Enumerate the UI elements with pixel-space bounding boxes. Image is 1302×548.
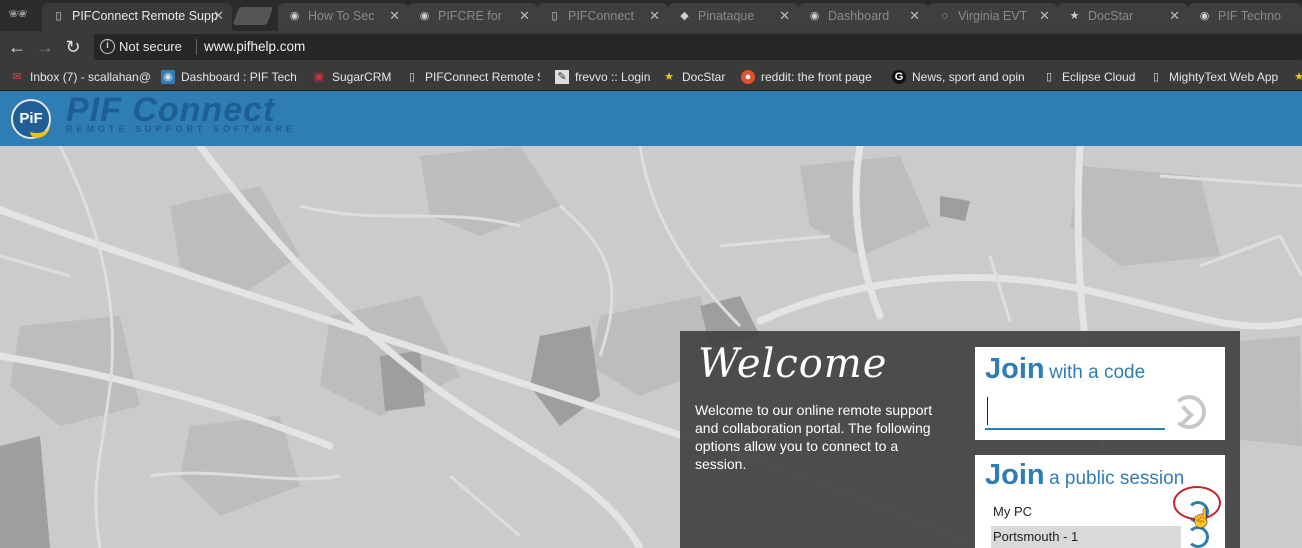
pif-icon: ◉: [1199, 10, 1210, 22]
frevvo-icon: ✎: [555, 70, 569, 84]
browser-tab-strip: 🕶 ▯ PIFConnect Remote Supp ✕ ◉ How To Se…: [0, 0, 1302, 31]
url-text[interactable]: www.pifhelp.com: [204, 39, 305, 54]
tab-label: PIFConnect: [568, 9, 635, 23]
reload-icon[interactable]: ↻: [61, 35, 85, 59]
join-code-heading: Join with a code: [985, 353, 1145, 386]
tab-background[interactable]: ◆ Pinataque ✕: [668, 3, 798, 31]
tab-label: DocStar: [1088, 9, 1134, 23]
tab-background[interactable]: ◉ Dashboard ✕: [798, 3, 928, 31]
page-icon: ▯: [551, 10, 558, 22]
tab-label: PIFCRE for: [438, 9, 502, 23]
security-status[interactable]: Not secure: [119, 39, 182, 54]
join-session-arrow-icon[interactable]: [1187, 526, 1209, 548]
site-header: PiF PIF Connect REMOTE SUPPORT SOFTWARE: [0, 91, 1302, 146]
tab-background[interactable]: ◌ Virginia EVT ✕: [928, 3, 1058, 31]
logo-swoosh: [30, 124, 50, 138]
session-item-my-pc[interactable]: My PC: [991, 501, 1181, 523]
new-tab-button[interactable]: [232, 7, 274, 25]
bookmark-label: frevvo :: Login: [575, 70, 651, 84]
session-item-portsmouth[interactable]: Portsmouth - 1: [991, 526, 1181, 548]
star-icon: ★: [1069, 10, 1080, 22]
tab-label: Dashboard: [828, 9, 890, 23]
pif-icon: ◉: [289, 10, 300, 22]
text-caret: [987, 397, 988, 425]
welcome-description: Welcome to our online remote support and…: [695, 402, 933, 472]
bookmark-item[interactable]: ★ DocStar: [662, 68, 734, 86]
close-icon[interactable]: ✕: [519, 3, 530, 29]
tab-background[interactable]: ◉ PIF Techno: [1188, 3, 1302, 31]
page-icon: ▯: [55, 10, 62, 22]
bookmark-item[interactable]: ▯ PIFConnect Remote S: [405, 68, 540, 86]
bookmark-label: DocStar: [682, 70, 726, 84]
star-icon: ★: [1292, 70, 1302, 84]
bookmark-item[interactable]: ▣ SugarCRM: [312, 68, 394, 86]
hand-cursor-icon: ☝: [1190, 508, 1213, 528]
bookmark-item[interactable]: ✎ frevvo :: Login: [555, 68, 655, 86]
join-code-title-light: with a code: [1049, 362, 1146, 383]
divider: [196, 39, 197, 55]
pif-icon: ◉: [161, 70, 175, 84]
bookmark-label: PIFConnect Remote S: [425, 70, 540, 84]
pif-icon: ◉: [419, 10, 430, 22]
bookmark-item[interactable]: ✉ Inbox (7) - scallahan@: [10, 68, 150, 86]
gmail-icon: ✉: [12, 71, 22, 83]
page-icon: ▯: [408, 71, 416, 83]
browser-toolbar: ← → ↻ i Not secure www.pifhelp.com: [0, 31, 1302, 63]
bookmark-label: News, sport and opin: [912, 70, 1025, 84]
join-code-card: Join with a code: [975, 347, 1225, 440]
bookmark-label: SugarCRM: [332, 70, 392, 84]
tab-pifconnect[interactable]: ▯ PIFConnect Remote Supp ✕: [42, 3, 232, 31]
submit-arrow-icon[interactable]: [1172, 395, 1206, 429]
close-icon[interactable]: ✕: [779, 3, 790, 29]
info-icon[interactable]: i: [100, 39, 115, 54]
close-icon[interactable]: ✕: [649, 3, 660, 29]
forward-arrow-icon[interactable]: →: [33, 35, 57, 59]
bookmark-label: Dashboard : PIF Tech: [181, 70, 297, 84]
tab-label: PIF Techno: [1218, 9, 1282, 23]
pinataque-icon: ◆: [680, 10, 689, 22]
bookmark-item[interactable]: ● reddit: the front page: [741, 68, 879, 86]
tab-background[interactable]: ◉ PIFCRE for ✕: [408, 3, 538, 31]
bookmark-label: reddit: the front page: [761, 70, 872, 84]
star-icon: ★: [664, 71, 674, 83]
join-public-title-light: a public session: [1049, 468, 1185, 489]
reddit-icon: ●: [741, 70, 755, 84]
close-icon[interactable]: ✕: [1169, 3, 1180, 29]
globe-icon: ◌: [941, 10, 948, 22]
tab-background[interactable]: ▯ PIFConnect ✕: [538, 3, 668, 31]
bookmark-item[interactable]: ▯ Eclipse Cloud: [1042, 68, 1140, 86]
back-arrow-icon[interactable]: ←: [5, 35, 29, 59]
join-public-title-strong: Join: [985, 459, 1045, 491]
bookmarks-bar: ✉ Inbox (7) - scallahan@ ◉ Dashboard : P…: [0, 63, 1302, 91]
close-icon[interactable]: ✕: [213, 3, 224, 29]
join-code-title-strong: Join: [985, 353, 1045, 385]
session-code-input[interactable]: [985, 394, 1165, 430]
guardian-icon: G: [892, 70, 906, 84]
page-icon: ▯: [1152, 71, 1160, 83]
logo-subtitle: REMOTE SUPPORT SOFTWARE: [66, 124, 297, 134]
close-icon[interactable]: ✕: [1039, 3, 1050, 29]
incognito-icon: 🕶: [7, 6, 29, 23]
bookmark-item[interactable]: G News, sport and opin: [892, 68, 1028, 86]
tab-label: Pinataque: [698, 9, 755, 23]
tab-label: How To Sec: [308, 9, 375, 23]
bookmarks-overflow[interactable]: ★: [1292, 68, 1302, 86]
bookmark-item[interactable]: ▯ MightyText Web App: [1149, 68, 1289, 86]
bookmark-label: Eclipse Cloud: [1062, 70, 1136, 84]
sugarcrm-icon: ▣: [313, 71, 325, 83]
bookmark-item[interactable]: ◉ Dashboard : PIF Tech: [161, 68, 299, 86]
bookmark-label: MightyText Web App: [1169, 70, 1279, 84]
close-icon[interactable]: ✕: [909, 3, 920, 29]
join-public-heading: Join a public session: [985, 459, 1184, 492]
close-icon[interactable]: ✕: [389, 3, 400, 29]
tab-background[interactable]: ◉ How To Sec ✕: [278, 3, 408, 31]
welcome-title: Welcome: [698, 341, 888, 387]
address-bar[interactable]: i Not secure www.pifhelp.com: [94, 34, 1302, 60]
page-icon: ▯: [1045, 71, 1053, 83]
tab-background[interactable]: ★ DocStar ✕: [1058, 3, 1188, 31]
tab-label: Virginia EVT: [958, 9, 1028, 23]
bookmark-label: Inbox (7) - scallahan@: [30, 70, 150, 84]
tab-label: PIFConnect Remote Supp: [72, 9, 218, 23]
pif-icon: ◉: [809, 10, 820, 22]
